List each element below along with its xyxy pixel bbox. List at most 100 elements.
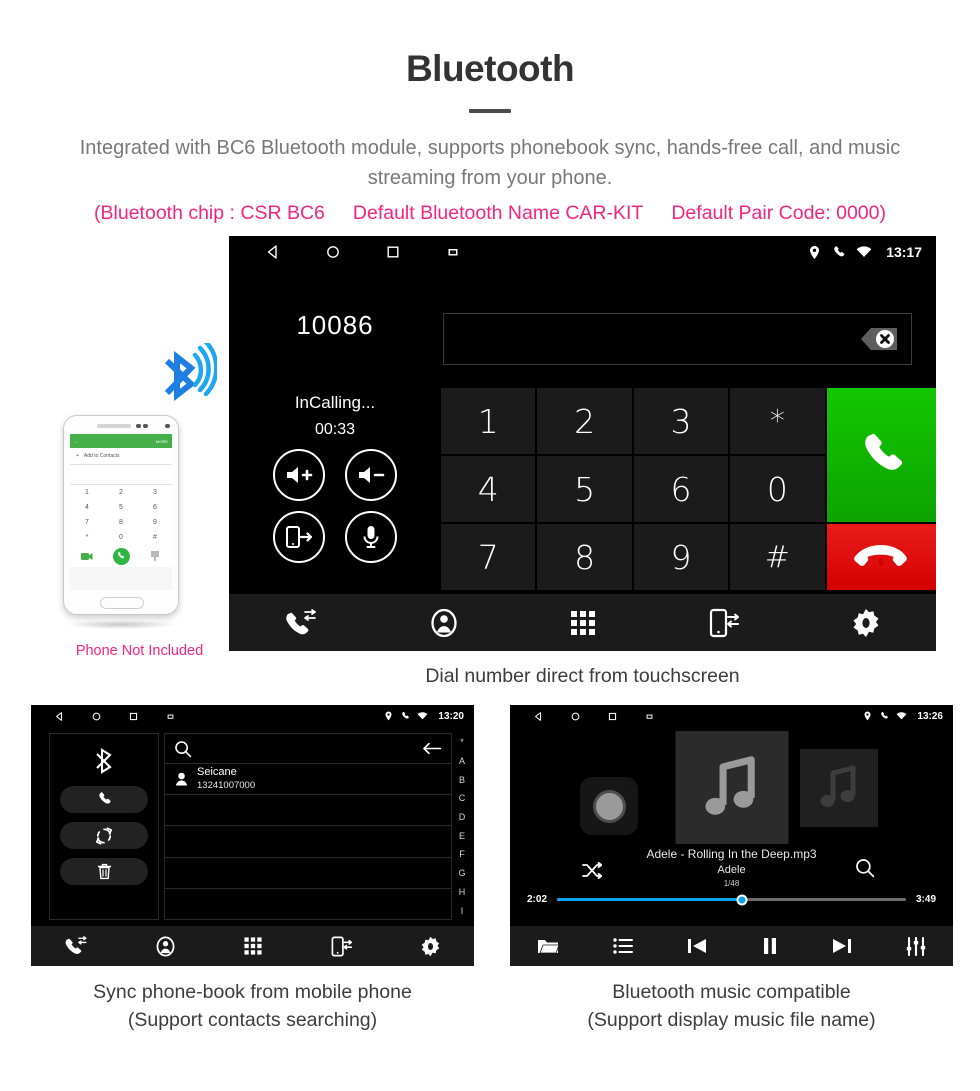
phone-home-button bbox=[100, 597, 144, 609]
phone-key: 0 bbox=[119, 534, 123, 541]
nav-settings[interactable] bbox=[851, 608, 881, 638]
nav-next[interactable] bbox=[832, 937, 852, 955]
phone-camera-dot bbox=[143, 423, 148, 428]
answer-call-button[interactable] bbox=[826, 388, 936, 522]
keypad-key-7[interactable]: 7 bbox=[441, 524, 536, 590]
backspace-delete-icon[interactable] bbox=[843, 324, 899, 354]
nav-play-pause[interactable] bbox=[762, 937, 778, 955]
nav-phone-sync[interactable] bbox=[708, 608, 740, 638]
music-note-icon bbox=[705, 755, 755, 815]
nav-phone-sync[interactable] bbox=[330, 936, 353, 957]
mute-microphone-button[interactable] bbox=[345, 511, 397, 563]
nav-playlist[interactable] bbox=[613, 938, 634, 954]
phone-sensor-dot bbox=[136, 423, 141, 428]
alpha-index-item[interactable]: C bbox=[459, 793, 466, 803]
seek-thumb[interactable] bbox=[736, 894, 748, 905]
phone-back-icon: ← bbox=[74, 438, 78, 444]
back-triangle-icon[interactable] bbox=[520, 711, 557, 721]
keypad-key-star[interactable]: * bbox=[730, 388, 825, 454]
list-item[interactable] bbox=[165, 889, 451, 919]
wifi-icon bbox=[417, 712, 428, 720]
nav-call-history[interactable] bbox=[284, 608, 318, 637]
volume-down-button[interactable] bbox=[345, 449, 397, 501]
list-item[interactable] bbox=[165, 795, 451, 827]
contact-search-bar[interactable] bbox=[165, 734, 451, 764]
disc-knob-icon bbox=[592, 789, 626, 823]
dial-input-field[interactable] bbox=[443, 313, 912, 365]
keypad-key-8[interactable]: 8 bbox=[537, 524, 632, 590]
recents-square-icon[interactable] bbox=[363, 245, 423, 259]
alpha-index-item[interactable]: E bbox=[459, 831, 465, 841]
nav-equalizer[interactable] bbox=[906, 936, 926, 956]
keypad-key-5[interactable]: 5 bbox=[537, 456, 632, 522]
seek-slider[interactable] bbox=[557, 894, 906, 905]
arrow-left-icon[interactable] bbox=[422, 742, 442, 755]
keypad-key-9[interactable]: 9 bbox=[633, 524, 729, 590]
recents-square-icon[interactable] bbox=[594, 712, 631, 721]
nav-call-history[interactable] bbox=[64, 936, 88, 956]
transfer-to-phone-button[interactable] bbox=[273, 511, 325, 563]
list-item[interactable] bbox=[165, 858, 451, 889]
back-triangle-icon[interactable] bbox=[41, 711, 78, 721]
album-art-left[interactable] bbox=[580, 777, 638, 835]
screenshot-icon[interactable] bbox=[423, 245, 483, 259]
nav-contacts[interactable] bbox=[155, 936, 176, 957]
keypad-key-6[interactable]: 6 bbox=[633, 456, 729, 522]
music-main-area: Adele - Rolling In the Deep.mp3 Adele 1/… bbox=[510, 727, 953, 926]
recents-square-icon[interactable] bbox=[115, 712, 152, 721]
keypad-key-4[interactable]: 4 bbox=[441, 456, 536, 522]
alpha-index-item[interactable]: H bbox=[459, 887, 466, 897]
keypad-key-hash[interactable]: # bbox=[730, 524, 825, 590]
alpha-index-item[interactable]: I bbox=[461, 906, 464, 916]
alpha-index-item[interactable]: B bbox=[459, 775, 465, 785]
nav-keypad[interactable] bbox=[569, 609, 597, 637]
delete-contacts-button[interactable] bbox=[60, 858, 148, 885]
alpha-index-item[interactable]: * bbox=[460, 737, 464, 747]
shuffle-icon[interactable] bbox=[582, 862, 602, 879]
sync-contacts-button[interactable] bbox=[60, 822, 148, 849]
keypad-key-2[interactable]: 2 bbox=[537, 388, 632, 454]
call-button[interactable] bbox=[60, 786, 148, 813]
list-item[interactable]: Seicane 13241007000 bbox=[165, 764, 451, 796]
dialer-screenshot: 13:17 10086 InCalling... 00:33 1 2 3 * 4… bbox=[229, 236, 936, 651]
music-caption-line2: (Support display music file name) bbox=[587, 1009, 876, 1032]
screenshot-icon[interactable] bbox=[631, 712, 668, 721]
phone-more-label: MORE bbox=[156, 438, 168, 444]
alphabet-index[interactable]: * A B C D E F G H I bbox=[452, 733, 472, 920]
back-triangle-icon[interactable] bbox=[243, 245, 303, 259]
home-circle-icon[interactable] bbox=[557, 712, 594, 721]
status-indicators: 13:17 bbox=[808, 236, 936, 268]
home-circle-icon[interactable] bbox=[78, 712, 115, 721]
volume-up-button[interactable] bbox=[273, 449, 325, 501]
nav-previous[interactable] bbox=[687, 937, 707, 955]
search-icon[interactable] bbox=[855, 858, 875, 878]
album-art-right[interactable] bbox=[800, 749, 878, 827]
contact-number: 13241007000 bbox=[197, 780, 256, 792]
list-item[interactable] bbox=[165, 826, 451, 858]
nav-keypad[interactable] bbox=[243, 936, 263, 956]
nav-settings[interactable] bbox=[420, 936, 441, 957]
phone-key: 3 bbox=[153, 489, 157, 496]
end-call-button[interactable] bbox=[826, 524, 936, 590]
home-circle-icon[interactable] bbox=[303, 245, 363, 259]
playback-seek-row: 2:02 3:49 bbox=[510, 894, 953, 905]
keypad-key-1[interactable]: 1 bbox=[441, 388, 536, 454]
wifi-icon bbox=[856, 246, 872, 258]
call-duration-timer: 00:33 bbox=[314, 421, 356, 438]
spec-bt-name: Default Bluetooth Name CAR-KIT bbox=[352, 201, 644, 224]
nav-contacts[interactable] bbox=[429, 608, 459, 638]
phone-key: 5 bbox=[119, 504, 123, 511]
keypad-key-3[interactable]: 3 bbox=[633, 388, 729, 454]
nav-folder[interactable] bbox=[537, 937, 560, 955]
phone-device-body: ← MORE + Add to Contacts 1 2 3 4 5 6 7 8 bbox=[63, 415, 179, 615]
search-icon[interactable] bbox=[174, 740, 192, 758]
alpha-index-item[interactable]: A bbox=[459, 756, 465, 766]
alpha-index-item[interactable]: G bbox=[458, 868, 465, 878]
screenshot-icon[interactable] bbox=[152, 712, 189, 721]
album-art-current[interactable] bbox=[675, 731, 788, 844]
dialer-status-bar: 13:17 bbox=[229, 236, 936, 268]
alpha-index-item[interactable]: F bbox=[459, 849, 465, 859]
keypad-key-0[interactable]: 0 bbox=[730, 456, 825, 522]
phonebook-bottom-navbar bbox=[31, 926, 474, 966]
alpha-index-item[interactable]: D bbox=[459, 812, 466, 822]
